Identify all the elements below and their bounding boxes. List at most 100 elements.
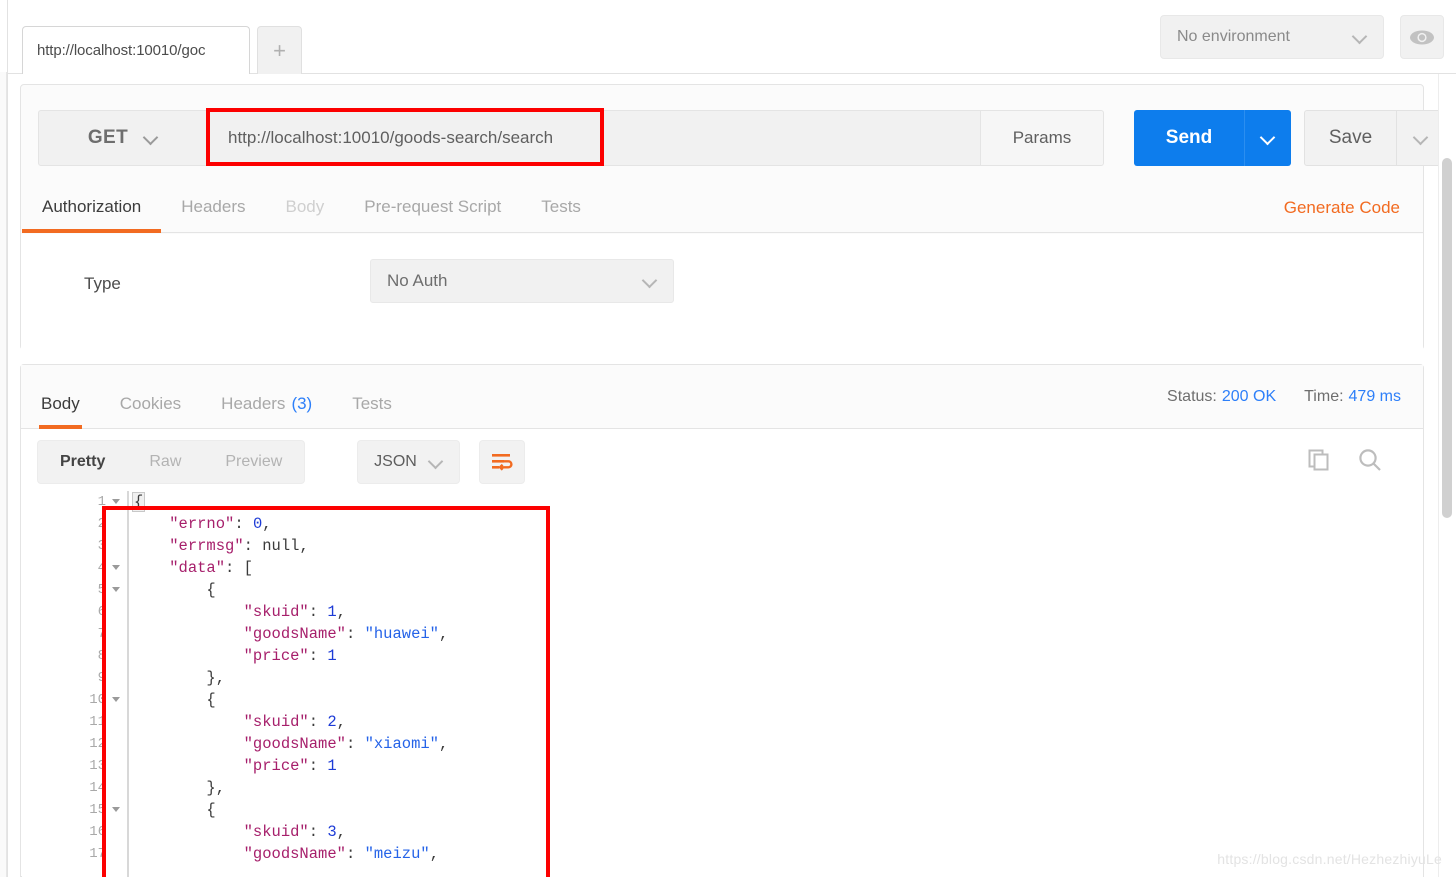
code-line: "skuid": 1,	[243, 603, 346, 621]
response-tab-tests-label: Tests	[352, 394, 392, 413]
line-number: 9	[97, 670, 106, 686]
response-tab-cookies-label: Cookies	[119, 394, 182, 413]
chevron-down-icon	[643, 274, 657, 288]
save-label: Save	[1328, 127, 1373, 148]
authorization-panel: Type No Auth	[21, 234, 1423, 350]
line-number: 17	[89, 846, 106, 862]
auth-type-value: No Auth	[387, 271, 448, 290]
response-tab-tests[interactable]: Tests	[332, 364, 412, 428]
code-line: {	[132, 691, 216, 709]
status-badge: Status: 200 OK	[1167, 388, 1276, 406]
code-line: "goodsName": "xiaomi",	[243, 735, 449, 753]
chevron-down-icon	[429, 455, 443, 469]
time-label: Time:	[1304, 388, 1344, 405]
response-tab-body-label: Body	[41, 394, 80, 413]
code-line: "skuid": 3,	[243, 823, 346, 841]
code-line: {	[132, 492, 146, 512]
tab-strip: http://localhost:10010/goc + No environm…	[8, 0, 1456, 74]
new-tab-label: +	[273, 37, 286, 63]
response-tab-cookies[interactable]: Cookies	[100, 364, 201, 428]
new-tab-button[interactable]: +	[257, 26, 302, 74]
chevron-down-icon	[1261, 131, 1275, 145]
request-tab-label: http://localhost:10010/goc	[37, 42, 206, 59]
line-number: 14	[89, 780, 106, 796]
response-tab-headers[interactable]: Headers (3)	[201, 364, 332, 428]
tab-tests-label: Tests	[541, 197, 581, 216]
send-button[interactable]: Send	[1134, 110, 1244, 166]
response-meta: Status: 200 OK Time: 479 ms	[1167, 365, 1401, 429]
generate-code-link[interactable]: Generate Code	[1262, 183, 1422, 233]
word-wrap-button[interactable]	[479, 440, 525, 484]
line-number: 7	[97, 626, 106, 642]
code-line: "price": 1	[243, 647, 337, 665]
line-number: 3	[97, 538, 106, 554]
fold-arrow-icon[interactable]	[112, 499, 120, 504]
request-tabs: Authorization Headers Body Pre-request S…	[22, 183, 1424, 233]
tab-authorization-label: Authorization	[42, 197, 142, 216]
environment-quick-look-button[interactable]	[1400, 15, 1444, 59]
chevron-down-icon	[1353, 30, 1367, 44]
line-number: 16	[89, 824, 106, 840]
fold-arrow-icon[interactable]	[112, 587, 120, 592]
eye-icon	[1410, 30, 1434, 44]
environment-label: No environment	[1177, 28, 1290, 45]
line-number: 15	[72, 799, 122, 821]
left-rail-inner	[0, 72, 7, 877]
response-tab-body[interactable]: Body	[21, 364, 100, 429]
line-number: 6	[97, 604, 106, 620]
tab-body[interactable]: Body	[266, 182, 345, 232]
tab-tests[interactable]: Tests	[521, 182, 601, 232]
chevron-down-icon	[1414, 131, 1428, 145]
method-label: GET	[87, 127, 129, 148]
response-body-viewer[interactable]: 1 2 3 4 5 6 7 8 9 10 11 12 13 14 15 16 17 { "errno": 0, …	[22, 491, 1423, 877]
copy-button[interactable]	[1307, 448, 1331, 477]
request-builder: GET http://localhost:10010/goods-search/…	[20, 84, 1446, 350]
url-input[interactable]: http://localhost:10010/goods-search/sear…	[208, 110, 981, 166]
line-number: 13	[89, 758, 106, 774]
code-line: },	[132, 669, 226, 687]
time-badge: Time: 479 ms	[1304, 388, 1401, 406]
response-panel: Body Cookies Headers (3) Tests Status: 20…	[20, 364, 1424, 877]
main-scrollbar-track[interactable]	[1438, 74, 1456, 877]
line-number-gutter: 1 2 3 4 5 6 7 8 9 10 11 12 13 14 15 16 17	[72, 491, 122, 877]
view-mode-preview[interactable]: Preview	[203, 441, 304, 483]
status-value: 200 OK	[1221, 388, 1277, 405]
word-wrap-icon	[492, 454, 513, 471]
url-row: GET http://localhost:10010/goods-search/…	[38, 110, 1104, 166]
method-selector[interactable]: GET	[38, 110, 208, 166]
generate-code-label: Generate Code	[1283, 198, 1400, 217]
left-rail	[0, 0, 8, 877]
main-scrollbar-thumb[interactable]	[1442, 158, 1452, 518]
view-mode-raw[interactable]: Raw	[127, 441, 203, 483]
response-toolbar: Pretty Raw Preview JSON	[21, 430, 1423, 490]
params-button[interactable]: Params	[981, 110, 1104, 166]
tab-headers[interactable]: Headers	[161, 182, 265, 232]
fold-arrow-icon[interactable]	[112, 697, 120, 702]
response-headers-count: (3)	[291, 394, 313, 413]
line-number: 10	[72, 689, 122, 711]
request-tab[interactable]: http://localhost:10010/goc	[22, 26, 250, 74]
code-line: "errno": 0,	[169, 515, 272, 533]
code-line: },	[132, 779, 226, 797]
send-label: Send	[1165, 127, 1213, 148]
tab-pre-request-script[interactable]: Pre-request Script	[344, 182, 521, 232]
copy-icon	[1308, 449, 1329, 470]
code-line: "errmsg": null,	[169, 537, 309, 555]
save-button[interactable]: Save	[1304, 110, 1397, 166]
watermark: https://blog.csdn.net/HezhezhiyuLe	[1217, 851, 1442, 867]
auth-type-selector[interactable]: No Auth	[370, 259, 674, 303]
format-selector[interactable]: JSON	[357, 440, 460, 484]
tab-authorization[interactable]: Authorization	[22, 182, 162, 233]
view-mode-pretty[interactable]: Pretty	[38, 441, 127, 483]
environment-selector[interactable]: No environment	[1160, 15, 1384, 59]
gutter-divider	[127, 491, 129, 877]
send-options-button[interactable]	[1244, 110, 1291, 166]
line-number: 4	[72, 557, 122, 579]
line-number: 5	[72, 579, 122, 601]
code-line: "goodsName": "huawei",	[243, 625, 449, 643]
view-mode-group: Pretty Raw Preview	[37, 440, 306, 484]
fold-arrow-icon[interactable]	[112, 565, 120, 570]
search-button[interactable]	[1357, 447, 1383, 478]
url-value: http://localhost:10010/goods-search/sear…	[228, 128, 554, 147]
fold-arrow-icon[interactable]	[112, 807, 120, 812]
